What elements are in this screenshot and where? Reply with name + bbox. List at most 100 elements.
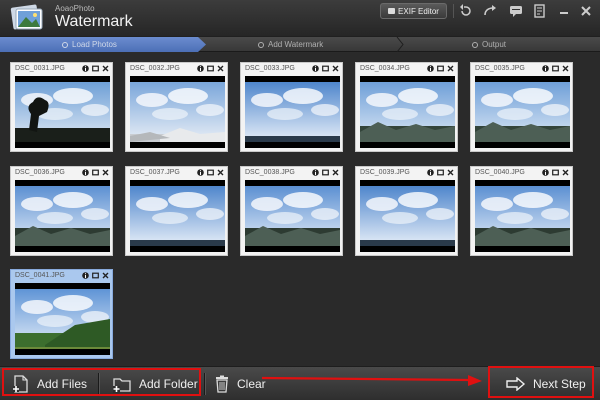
- photo-thumbnail: [15, 76, 110, 148]
- remove-icon[interactable]: [332, 169, 339, 176]
- trash-icon: [216, 375, 228, 393]
- remove-icon[interactable]: [217, 65, 224, 72]
- photo-filename: DSC_0034.JPG: [360, 65, 410, 72]
- step-label: Add Watermark: [268, 40, 324, 49]
- photo-card[interactable]: DSC_0041.JPG: [10, 269, 113, 359]
- preview-icon[interactable]: [92, 169, 99, 176]
- photo-filename: DSC_0031.JPG: [15, 65, 65, 72]
- photo-card[interactable]: DSC_0038.JPG: [240, 166, 343, 256]
- preview-icon[interactable]: [92, 272, 99, 279]
- info-icon[interactable]: [427, 169, 434, 176]
- remove-icon[interactable]: [447, 169, 454, 176]
- annotation-arrow-icon: [262, 375, 482, 386]
- preview-icon[interactable]: [437, 169, 444, 176]
- photo-card-actions: [542, 65, 569, 72]
- photo-thumbnail: [130, 180, 225, 252]
- close-icon[interactable]: [578, 3, 594, 19]
- photo-card-actions: [312, 169, 339, 176]
- preview-icon[interactable]: [437, 65, 444, 72]
- step-dot-icon: [472, 41, 478, 48]
- photo-thumbnail: [475, 76, 570, 148]
- brand-small-text: AoaoPhoto: [55, 4, 95, 13]
- info-icon[interactable]: [427, 65, 434, 72]
- info-icon[interactable]: [542, 65, 549, 72]
- info-icon[interactable]: [82, 169, 89, 176]
- step-add-watermark[interactable]: Add Watermark: [258, 40, 323, 49]
- step-output[interactable]: Output: [472, 40, 506, 49]
- remove-icon[interactable]: [102, 169, 109, 176]
- exif-editor-label: EXIF Editor: [398, 6, 439, 16]
- photo-card[interactable]: DSC_0039.JPG: [355, 166, 458, 256]
- step-dot-icon: [258, 41, 264, 48]
- remove-icon[interactable]: [562, 65, 569, 72]
- toolbar-divider: [453, 4, 454, 18]
- exif-editor-button[interactable]: EXIF Editor: [380, 3, 447, 19]
- photo-card-actions: [197, 65, 224, 72]
- step-load-photos[interactable]: Load Photos: [62, 40, 117, 49]
- photo-thumbnail: [15, 180, 110, 252]
- photo-thumbnail: [475, 180, 570, 252]
- step-dot-icon: [62, 41, 68, 48]
- photo-card[interactable]: DSC_0037.JPG: [125, 166, 228, 256]
- clear-button[interactable]: Clear: [214, 372, 266, 396]
- info-icon[interactable]: [197, 65, 204, 72]
- app-title: Watermark: [55, 13, 133, 30]
- photo-filename: DSC_0041.JPG: [15, 272, 65, 279]
- remove-icon[interactable]: [562, 169, 569, 176]
- info-icon[interactable]: [82, 65, 89, 72]
- preview-icon[interactable]: [322, 169, 329, 176]
- photo-card[interactable]: DSC_0031.JPG: [10, 62, 113, 152]
- photo-card[interactable]: DSC_0034.JPG: [355, 62, 458, 152]
- preview-icon[interactable]: [552, 65, 559, 72]
- photo-filename: DSC_0036.JPG: [15, 169, 65, 176]
- info-icon[interactable]: [312, 169, 319, 176]
- info-icon[interactable]: [542, 169, 549, 176]
- preview-icon[interactable]: [552, 169, 559, 176]
- photo-card-actions: [312, 65, 339, 72]
- title-bar: AoaoPhoto Watermark EXIF Editor: [0, 0, 600, 36]
- remove-icon[interactable]: [447, 65, 454, 72]
- photo-card-actions: [427, 65, 454, 72]
- highlight-box-add: [2, 368, 201, 396]
- info-icon[interactable]: [197, 169, 204, 176]
- chevron-right-icon: [396, 37, 404, 52]
- photo-card-actions: [197, 169, 224, 176]
- remove-icon[interactable]: [102, 65, 109, 72]
- undo-icon[interactable]: [458, 3, 474, 19]
- photo-card-actions: [427, 169, 454, 176]
- photo-card-actions: [82, 65, 109, 72]
- photo-card[interactable]: DSC_0040.JPG: [470, 166, 573, 256]
- remove-icon[interactable]: [217, 169, 224, 176]
- preview-icon[interactable]: [322, 65, 329, 72]
- app-logo-icon: [10, 4, 43, 30]
- photo-card[interactable]: DSC_0032.JPG: [125, 62, 228, 152]
- photo-card[interactable]: DSC_0035.JPG: [470, 62, 573, 152]
- photo-thumbnail: [360, 180, 455, 252]
- photo-card[interactable]: DSC_0036.JPG: [10, 166, 113, 256]
- notes-icon[interactable]: [532, 3, 548, 19]
- highlight-box-next: [488, 366, 594, 398]
- photo-thumbnail: [130, 76, 225, 148]
- photo-thumbnail: [15, 283, 110, 355]
- preview-icon[interactable]: [207, 65, 214, 72]
- photo-thumbnail: [245, 180, 340, 252]
- photo-filename: DSC_0038.JPG: [245, 169, 295, 176]
- photo-thumbnail: [360, 76, 455, 148]
- info-icon[interactable]: [312, 65, 319, 72]
- preview-icon[interactable]: [92, 65, 99, 72]
- remove-icon[interactable]: [332, 65, 339, 72]
- chat-icon[interactable]: [508, 3, 524, 19]
- share-icon[interactable]: [482, 3, 498, 19]
- photo-card-actions: [82, 272, 109, 279]
- photo-card-actions: [82, 169, 109, 176]
- info-icon[interactable]: [82, 272, 89, 279]
- remove-icon[interactable]: [102, 272, 109, 279]
- photo-grid: DSC_0031.JPG DSC_0032.JPG DSC_0033.JPG DSC_…: [0, 53, 600, 366]
- image-icon: [388, 8, 396, 14]
- photo-card[interactable]: DSC_0033.JPG: [240, 62, 343, 152]
- photo-filename: DSC_0032.JPG: [130, 65, 180, 72]
- photo-thumbnail: [245, 76, 340, 148]
- minimize-icon[interactable]: [556, 3, 572, 19]
- step-label: Load Photos: [72, 40, 117, 49]
- preview-icon[interactable]: [207, 169, 214, 176]
